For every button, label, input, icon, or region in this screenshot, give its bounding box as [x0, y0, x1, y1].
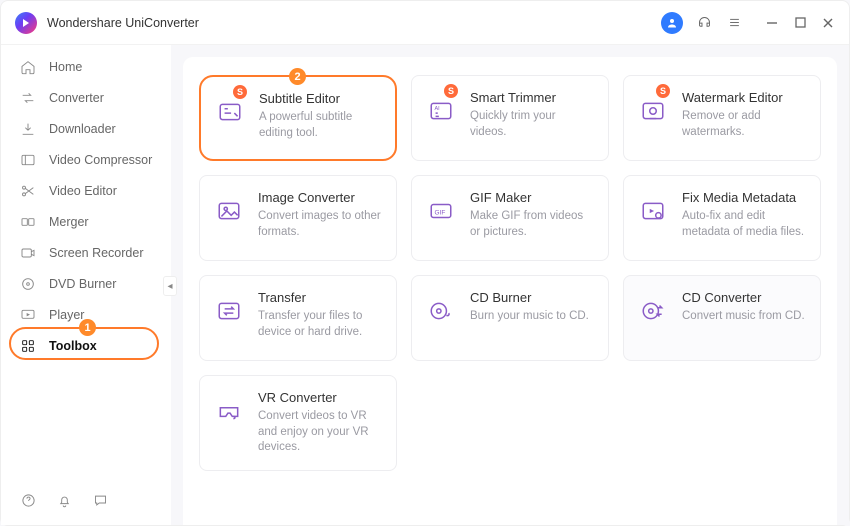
tool-desc: Remove or add watermarks.	[682, 109, 806, 140]
tool-title: Subtitle Editor	[259, 91, 381, 106]
tool-title: Smart Trimmer	[470, 90, 594, 105]
sidebar-item-label: Home	[49, 60, 82, 74]
tool-desc: Transfer your files to device or hard dr…	[258, 309, 382, 340]
user-avatar[interactable]	[661, 12, 683, 34]
tool-image-converter[interactable]: Image Converter Convert images to other …	[199, 175, 397, 261]
tool-desc: Burn your music to CD.	[470, 309, 589, 325]
image-icon	[214, 196, 244, 226]
tool-gif-maker[interactable]: GIF GIF Maker Make GIF from videos or pi…	[411, 175, 609, 261]
sidebar-item-label: Screen Recorder	[49, 246, 144, 260]
sidebar-item-editor[interactable]: Video Editor	[1, 175, 171, 206]
tool-desc: A powerful subtitle editing tool.	[259, 110, 381, 141]
tool-title: GIF Maker	[470, 190, 594, 205]
app-window: Wondershare UniConverter Home	[0, 0, 850, 526]
sidebar-item-dvd[interactable]: DVD Burner	[1, 268, 171, 299]
subtitle-icon	[215, 97, 245, 127]
tool-transfer[interactable]: Transfer Transfer your files to device o…	[199, 275, 397, 361]
tool-desc: Convert music from CD.	[682, 309, 805, 325]
tool-title: Fix Media Metadata	[682, 190, 806, 205]
player-icon	[19, 306, 37, 324]
tool-subtitle-editor[interactable]: S Subtitle Editor A powerful subtitle ed…	[199, 75, 397, 161]
tool-desc: Auto-fix and edit metadata of media file…	[682, 209, 806, 240]
sidebar-item-merger[interactable]: Merger	[1, 206, 171, 237]
sidebar-item-home[interactable]: Home	[1, 51, 171, 82]
cd-burn-icon	[426, 296, 456, 326]
watermark-icon	[638, 96, 668, 126]
tool-smart-trimmer[interactable]: S AI Smart Trimmer Quickly trim your vid…	[411, 75, 609, 161]
sidebar-item-label: Video Editor	[49, 184, 117, 198]
tool-title: Watermark Editor	[682, 90, 806, 105]
sidebar-item-compressor[interactable]: Video Compressor	[1, 144, 171, 175]
sidebar: Home Converter Downloader Video Compress…	[1, 45, 171, 525]
home-icon	[19, 58, 37, 76]
sidebar-item-label: Downloader	[49, 122, 116, 136]
sidebar-item-label: Toolbox	[49, 339, 97, 353]
badge-s-icon: S	[444, 84, 458, 98]
tool-vr-converter[interactable]: VR Converter Convert videos to VR and en…	[199, 375, 397, 471]
tool-fix-metadata[interactable]: Fix Media Metadata Auto-fix and edit met…	[623, 175, 821, 261]
titlebar-actions	[661, 12, 835, 34]
tool-title: Image Converter	[258, 190, 382, 205]
tool-desc: Quickly trim your videos.	[470, 109, 594, 140]
transfer-icon	[214, 296, 244, 326]
sidebar-item-label: Player	[49, 308, 84, 322]
sidebar-item-label: Video Compressor	[49, 153, 152, 167]
compress-icon	[19, 151, 37, 169]
app-title: Wondershare UniConverter	[47, 16, 661, 30]
cd-convert-icon	[638, 296, 668, 326]
vr-icon	[214, 396, 244, 426]
tool-desc: Make GIF from videos or pictures.	[470, 209, 594, 240]
badge-s-icon: S	[233, 85, 247, 99]
converter-icon	[19, 89, 37, 107]
sidebar-item-label: Merger	[49, 215, 89, 229]
sidebar-item-label: DVD Burner	[49, 277, 116, 291]
window-minimize[interactable]	[765, 16, 779, 30]
record-icon	[19, 244, 37, 262]
app-logo-icon	[15, 12, 37, 34]
metadata-icon	[638, 196, 668, 226]
tool-title: VR Converter	[258, 390, 382, 405]
support-icon[interactable]	[695, 14, 713, 32]
feedback-icon[interactable]	[91, 491, 109, 509]
menu-icon[interactable]	[725, 14, 743, 32]
titlebar: Wondershare UniConverter	[1, 1, 849, 45]
annotation-step2-badge: 2	[289, 68, 306, 85]
bell-icon[interactable]	[55, 491, 73, 509]
svg-text:GIF: GIF	[435, 209, 446, 216]
tool-desc: Convert images to other formats.	[258, 209, 382, 240]
help-icon[interactable]	[19, 491, 37, 509]
disc-icon	[19, 275, 37, 293]
tool-watermark-editor[interactable]: S Watermark Editor Remove or add waterma…	[623, 75, 821, 161]
toolbox-panel: S Subtitle Editor A powerful subtitle ed…	[183, 57, 837, 525]
tool-cd-burner[interactable]: CD Burner Burn your music to CD.	[411, 275, 609, 361]
annotation-step1-badge: 1	[79, 319, 96, 336]
main-content: S Subtitle Editor A powerful subtitle ed…	[171, 45, 849, 525]
sidebar-item-downloader[interactable]: Downloader	[1, 113, 171, 144]
window-close[interactable]	[821, 16, 835, 30]
sidebar-collapse-toggle[interactable]: ◂	[163, 276, 177, 296]
badge-s-icon: S	[656, 84, 670, 98]
tool-title: CD Burner	[470, 290, 589, 305]
tool-desc: Convert videos to VR and enjoy on your V…	[258, 409, 382, 456]
window-maximize[interactable]	[793, 16, 807, 30]
trimmer-icon: AI	[426, 96, 456, 126]
svg-text:AI: AI	[435, 106, 440, 112]
scissors-icon	[19, 182, 37, 200]
tool-title: Transfer	[258, 290, 382, 305]
gif-icon: GIF	[426, 196, 456, 226]
sidebar-item-recorder[interactable]: Screen Recorder	[1, 237, 171, 268]
toolbox-icon	[19, 337, 37, 355]
merge-icon	[19, 213, 37, 231]
tool-title: CD Converter	[682, 290, 805, 305]
sidebar-item-converter[interactable]: Converter	[1, 82, 171, 113]
download-icon	[19, 120, 37, 138]
tool-cd-converter[interactable]: CD Converter Convert music from CD.	[623, 275, 821, 361]
sidebar-item-label: Converter	[49, 91, 104, 105]
